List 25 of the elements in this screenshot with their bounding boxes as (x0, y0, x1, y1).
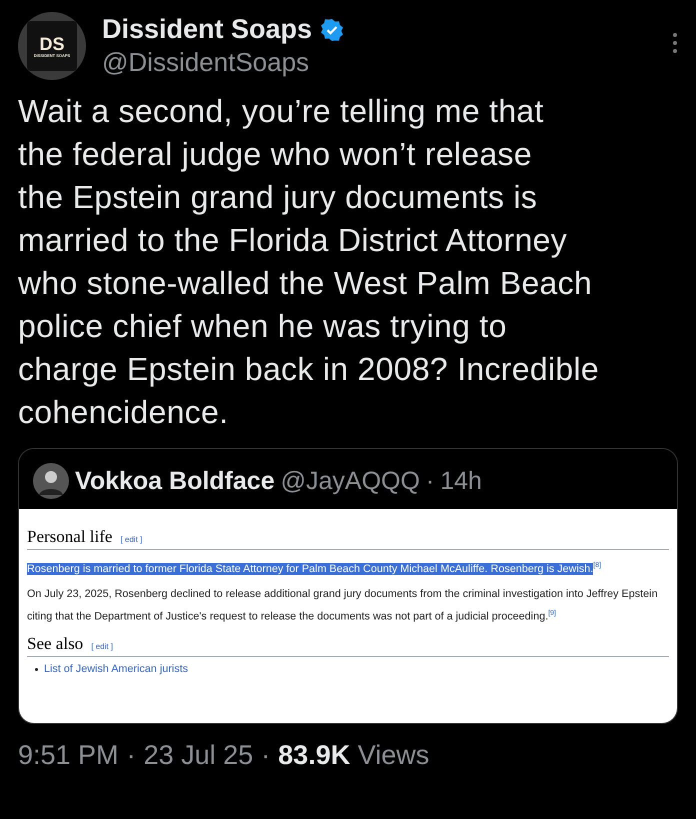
article-link[interactable]: List of Jewish American jurists (35, 663, 669, 676)
section-heading: Personal life (27, 527, 112, 547)
edit-link[interactable]: [ edit ] (120, 535, 142, 544)
quoted-author-handle[interactable]: @JayAQQQ (280, 466, 420, 496)
post-time: 9:51 PM (18, 740, 119, 771)
avatar-initials: DS (39, 34, 64, 52)
reference-link[interactable]: [8] (593, 562, 602, 569)
quoted-time: 14h (440, 466, 482, 496)
paragraph: Rosenberg is married to former Florida State Attorney for Palm Beach County Michael McAuliffe. Rosenberg is Jewish.$^{[8]}$ (27, 560, 602, 577)
quoted-tweet[interactable] (18, 448, 678, 724)
separator-dot: · (261, 740, 270, 771)
quoted-author-name[interactable]: Vokkoa Boldface (75, 466, 275, 496)
section-heading: See also (27, 634, 84, 654)
edit-link[interactable]: [ edit ] (91, 642, 113, 652)
tweet-text: Wait a second, you’re telling me that the federal judge who won’t release the Epstein grand jury documents is married to the Florida District Attorney who stone-walled the West Palm Beach police chief when he was trying to charge Epstein back in 2008? Incredible cohencidence. (18, 92, 600, 432)
more-icon[interactable] (672, 32, 678, 54)
post-date: 23 Jul 25 (144, 740, 254, 771)
paragraph: On July 23, 2025, Rosenberg declined to release additional grand jury documents from the criminal investigation into Jeffrey Epstein citing that the Department of Justice's request to release the documents was not part of a judicial proceeding.$^{[9]}$ (27, 586, 659, 624)
reference-link[interactable]: [9] (548, 610, 556, 617)
view-count: 83.9K Views (278, 740, 430, 771)
separator-dot: · (426, 466, 434, 496)
author-name[interactable]: Dissident Soaps (102, 14, 312, 45)
quoted-avatar-icon (33, 463, 69, 499)
separator-dot: · (126, 740, 136, 771)
author-handle[interactable]: @DissidentSoaps (102, 47, 656, 78)
